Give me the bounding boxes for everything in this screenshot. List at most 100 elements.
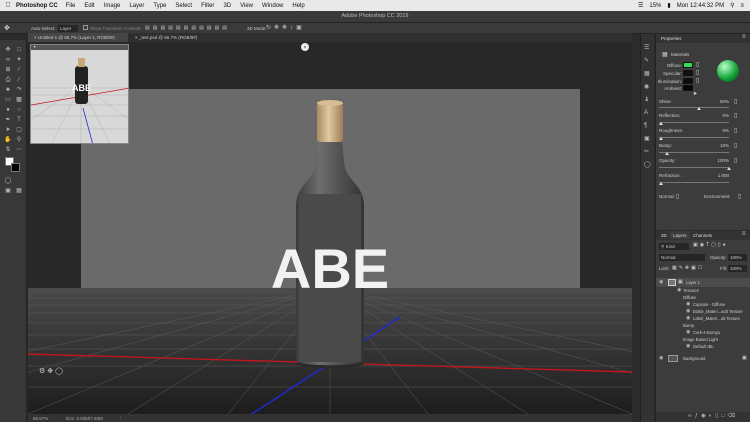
eye-icon[interactable]: ◉ [677,287,682,294]
pen-tool[interactable]: ✒ [3,116,13,124]
menu-file[interactable]: File [66,3,76,9]
apple-icon[interactable]:  [0,2,16,9]
opacity-folder-icon[interactable]: ▯ [734,157,737,164]
layer-row-image-based-light[interactable]: Image Based Light [656,336,750,343]
eye-icon[interactable]: ◉ [659,355,664,362]
tab-test-psd[interactable]: × _test.psd @ 66.7% (RGB/8#) [129,33,239,42]
layers-footer-icons[interactable]: ∞ƒ◉◐▯□⌫ [688,413,738,419]
3d-camera-icons[interactable]: ⚙✥◯ [39,367,65,375]
layer-row-cork-bump[interactable]: ◉ Cork-4-Bump1 [656,329,750,336]
shine-value[interactable]: 50% [716,99,729,104]
quick-mask-icon[interactable]: ◯ [3,177,13,185]
path-select-tool[interactable]: ➤ [3,126,13,134]
layer-row-bottle-material[interactable]: ◉ Bottle_Materi...ault Texture [656,308,750,315]
bump-slider[interactable] [659,152,729,153]
more-tools-icon[interactable]: ⋯ [14,146,24,154]
layer-row-layer-1[interactable]: ◉ ▣ Layer 1 [656,278,750,287]
menu-edit[interactable]: Edit [84,3,94,9]
healing-tool[interactable]: ⎙ [3,76,13,84]
eye-icon[interactable]: ◉ [686,308,691,315]
illumination-folder-icon[interactable]: ▯ [696,77,699,84]
roughness-slider[interactable] [659,137,729,138]
opacity-input[interactable]: 100% [728,254,747,261]
3d-secondary-view[interactable]: ▼ ABE [30,44,129,144]
blend-mode-dropdown[interactable]: Normal [659,254,705,261]
material-preview-sphere[interactable] [717,60,739,82]
menu-help[interactable]: Help [292,3,304,9]
roughness-value[interactable]: 0% [716,128,729,133]
fill-input[interactable]: 100% [728,265,747,272]
battery-icon[interactable]: ▮ [667,2,670,9]
menu-image[interactable]: Image [104,3,121,9]
transform-checkbox[interactable] [83,25,88,30]
align-icons[interactable]: ▤▤▤▤▤▤▤▤▤▤▤ [145,25,230,31]
kind-filter-dropdown[interactable]: ⚲ Kind [659,243,689,250]
shine-folder-icon[interactable]: ▯ [734,98,737,105]
refraction-value[interactable]: 1.000 [714,173,729,178]
wifi-icon[interactable]: ☰ [638,2,643,9]
refraction-slider-knob[interactable] [659,182,663,185]
shape-tool[interactable]: ▢ [14,126,24,134]
roughness-folder-icon[interactable]: ▯ [734,127,737,134]
quick-select-tool[interactable]: ✦ [14,56,24,64]
layer-row-capsule-diffuse[interactable]: ◉ Capsule - Diffuse [656,301,750,308]
reflection-folder-icon[interactable]: ▯ [734,112,737,119]
status-menu-icon[interactable]: › [120,415,122,420]
menu-type[interactable]: Type [153,3,166,9]
diffuse-folder-icon[interactable]: ▯ [696,61,699,68]
blur-tool[interactable]: ● [3,106,13,114]
3d-mode-icons[interactable]: ↻✥✥↕▣ [266,24,305,31]
layer-row-textures[interactable]: ◉ Textures [656,287,750,294]
hand-tool[interactable]: ✋ [3,136,13,144]
layers-menu-icon[interactable]: ≡ [742,231,746,237]
bump-value[interactable]: 10% [716,143,729,148]
opacity-slider[interactable] [659,167,729,168]
move-tool-icon[interactable]: ✥ [4,24,10,32]
bump-folder-icon[interactable]: ▯ [734,142,737,149]
tab-properties[interactable]: Properties [658,34,685,42]
tab-layers[interactable]: Layers [670,231,690,239]
lasso-tool[interactable]: ∞ [3,56,13,64]
layer-row-background[interactable]: ◉ Background ▣ [656,354,750,363]
illumination-color-swatch[interactable] [683,78,693,84]
crop-tool[interactable]: ⊞ [3,66,13,74]
normal-folder-icon[interactable]: ▯ [676,193,679,200]
reflection-slider-knob[interactable] [659,122,663,125]
filter-icons[interactable]: ▣◉T▢▯● [693,242,728,248]
menu-filter[interactable]: Filter [201,3,214,9]
auto-select-dropdown[interactable]: Layer [58,25,78,32]
search-icon[interactable]: ⚲ [730,2,734,9]
reflection-value[interactable]: 0% [716,113,729,118]
environment-folder-icon[interactable]: ▯ [738,193,741,200]
menu-list-icon[interactable]: ≡ [740,3,744,9]
ambient-color-swatch[interactable] [683,85,693,91]
zoom-tool[interactable]: ⚲ [14,136,24,144]
menu-window[interactable]: Window [262,3,283,9]
refraction-slider[interactable] [659,182,729,183]
shine-slider[interactable] [659,107,729,108]
app-name[interactable]: Photoshop CC [16,3,58,9]
brush-tool[interactable]: ∕ [14,76,24,84]
tab-channels[interactable]: Channels [690,231,715,239]
layer-row-label-material[interactable]: ◉ Label_Materi...ult Texture [656,315,750,322]
eye-icon[interactable]: ◉ [659,279,664,286]
dodge-tool[interactable]: ○ [14,106,24,114]
panel-icons[interactable]: ☰ ✎ ▦ ◉ ♝ A ¶ ▣ ✂ ◯ [644,42,651,172]
lock-icons[interactable]: ▦✎✥▣☐ [672,265,704,271]
panel-menu-icon[interactable]: ≡ [742,34,746,40]
shine-slider-knob[interactable] [697,107,701,110]
eye-icon[interactable]: ◉ [686,315,691,322]
type-tool[interactable]: T [14,116,24,124]
eye-icon[interactable]: ◉ [686,343,691,350]
layer-row-default-ibl[interactable]: ◉ Default IBL [656,343,750,350]
frame-icon[interactable]: ▦ [14,187,24,195]
layer-name[interactable]: Layer 1 [686,279,700,286]
specular-folder-icon[interactable]: ▯ [696,69,699,76]
tab-close-icon[interactable]: × [34,35,37,40]
layer-row-bump[interactable]: Bump [656,322,750,329]
background-color[interactable] [11,163,20,172]
tab-untitled-1[interactable]: × Untitled-1 @ 66.7% (Layer 1, RGB/8#) [28,33,128,42]
history-brush-tool[interactable]: ↷ [14,86,24,94]
eye-icon[interactable]: ◉ [686,301,691,308]
menu-view[interactable]: View [240,3,253,9]
